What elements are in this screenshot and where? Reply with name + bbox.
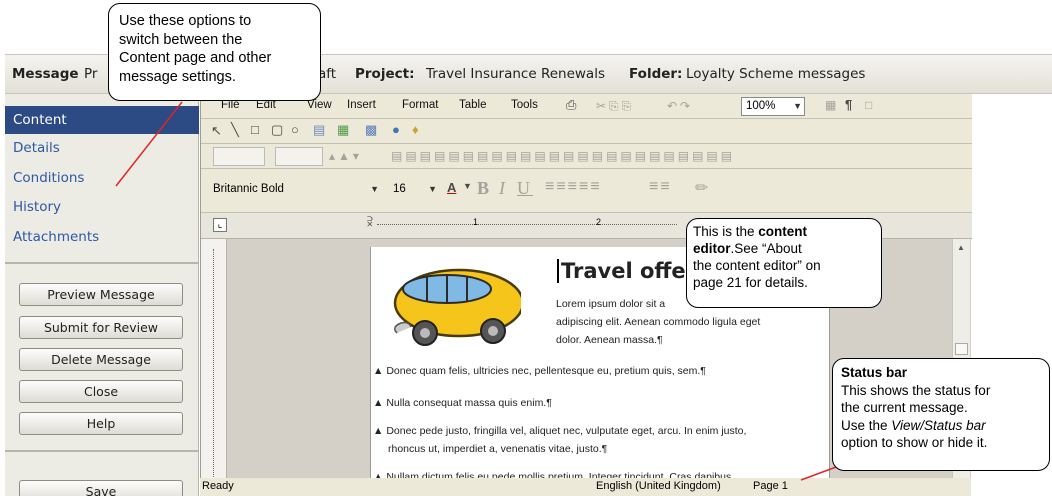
options-callout-line: Content page and other: [119, 50, 272, 66]
width-select[interactable]: [275, 147, 323, 166]
intro-line: dolor. Aenean massa.¶: [556, 334, 663, 346]
vertical-ruler: [201, 239, 227, 482]
font-size-select[interactable]: 16 ▼: [389, 181, 439, 200]
font-toolbar: Britannic Bold ▼ 16 ▼ A ▼ B I U ≡≡≡≡≡ ≡≡ ✏: [201, 169, 972, 213]
people-icon[interactable]: ♦: [412, 122, 419, 137]
sidebar-divider: [5, 262, 199, 264]
undo-redo-icons[interactable]: ↶↷: [667, 99, 693, 113]
pointer-icon[interactable]: ↖: [211, 123, 222, 139]
project-label: Project:: [355, 66, 415, 82]
statusbar-callout-line: option to show or hide it.: [841, 435, 988, 450]
list-icons[interactable]: ≡≡: [649, 178, 672, 196]
message-label: Message: [12, 66, 79, 82]
statusbar-callout-line: the current message.: [841, 400, 968, 415]
line-icon[interactable]: ╲: [231, 122, 239, 138]
message-settings-sidebar: Content Details Conditions History Attac…: [5, 94, 199, 496]
pilcrow-icon[interactable]: ¶: [845, 97, 852, 112]
statusbar-callout-title: Status bar: [841, 365, 908, 380]
tab-stop-icon[interactable]: ⌞: [213, 218, 227, 232]
options-callout-line: message settings.: [119, 68, 236, 85]
intro-line: adipiscing elit. Aenean commodo ligula e…: [556, 316, 761, 328]
menu-tools[interactable]: Tools: [511, 99, 538, 111]
globe-icon[interactable]: ●: [392, 122, 400, 137]
print-icon[interactable]: ⎙: [566, 97, 576, 113]
rectangle-icon[interactable]: □: [251, 122, 259, 137]
preview-message-button[interactable]: Preview Message: [19, 283, 183, 306]
clipboard-icons[interactable]: ✂⎘⎘: [596, 99, 634, 114]
menu-table[interactable]: Table: [459, 99, 487, 111]
style-select[interactable]: [213, 147, 265, 166]
bold-icon[interactable]: B: [477, 178, 492, 199]
textbox-icon[interactable]: ▤: [313, 122, 325, 138]
status-bar-callout: Status bar This shows the status for the…: [832, 358, 1050, 471]
message-status-prefix: Pr: [84, 66, 98, 82]
zoom-select[interactable]: 100% ▼: [741, 97, 805, 116]
status-page: Page 1: [753, 480, 788, 492]
table-icon[interactable]: ▩: [365, 122, 377, 138]
submit-for-review-button[interactable]: Submit for Review: [19, 316, 183, 339]
intro-line: Lorem ipsum dolor sit a: [556, 298, 666, 310]
ruler-ticks: [377, 224, 677, 225]
options-callout-line: Use these options to: [119, 13, 252, 29]
content-editor-callout: This is the content editor.See “About th…: [686, 218, 882, 308]
layout-toolbar: ▴▲▾ ▤▤▤▤▤▤▤▤▤▤▤▤▤▤▤▤▤▤▤▤▤▤▤▤: [201, 144, 972, 169]
scroll-thumb[interactable]: [955, 343, 968, 355]
indent-marker-icon[interactable]: ⫂: [367, 214, 373, 230]
frame-icon[interactable]: □: [865, 98, 875, 112]
nav-details[interactable]: Details: [5, 134, 199, 162]
nav-content[interactable]: Content: [5, 106, 199, 134]
editor-callout-line: the content editor” on: [693, 258, 821, 273]
close-button[interactable]: Close: [19, 380, 183, 403]
options-callout-line: switch between the: [119, 31, 243, 48]
font-name-select[interactable]: Britannic Bold ▼: [209, 181, 379, 200]
status-bar: Ready English (United Kingdom) Page 1: [200, 478, 971, 496]
bullet-item: ▲ Donec quam felis, ultricies nec, pelle…: [373, 365, 706, 377]
editor-callout-line: editor.See “About: [693, 241, 802, 256]
editor-callout-line: page 21 for details.: [693, 275, 808, 290]
help-button[interactable]: Help: [19, 412, 183, 435]
sidebar-divider: [5, 450, 199, 452]
rounded-rectangle-icon[interactable]: ▢: [271, 122, 283, 138]
bullet-item: ▲ Nulla consequat massa quis enim.¶: [373, 397, 552, 409]
highlight-icon[interactable]: ✏: [695, 178, 711, 198]
editor-callout-line: This is the content: [693, 224, 808, 239]
alignment-icons[interactable]: ≡≡≡≡≡: [545, 178, 602, 196]
folder-value: Loyalty Scheme messages: [686, 66, 866, 82]
scroll-up-arrow-icon[interactable]: ▲: [957, 243, 965, 252]
ruler-mark-2: 2: [596, 217, 602, 227]
italic-icon[interactable]: I: [499, 178, 508, 199]
underline-icon[interactable]: U: [517, 178, 533, 199]
nav-history[interactable]: History: [5, 193, 199, 221]
menu-insert[interactable]: Insert: [347, 99, 376, 111]
options-callout: Use these options to switch between the …: [108, 3, 321, 101]
nav-attachments[interactable]: Attachments: [5, 223, 199, 251]
statusbar-callout-line: This shows the status for: [841, 382, 991, 398]
delete-message-button[interactable]: Delete Message: [19, 348, 183, 371]
save-button[interactable]: Save: [19, 480, 183, 496]
bullet-item: ▲ Donec pede justo, fringilla vel, aliqu…: [373, 425, 747, 437]
vertical-ruler-ticks: [213, 249, 214, 479]
ruler-mark-1: 1: [473, 217, 479, 227]
cell-format-icons[interactable]: ▤▤▤▤▤▤▤▤▤▤▤▤▤▤▤▤▤▤▤▤▤▤▤▤: [391, 149, 735, 163]
document-title: Travel offer: [557, 259, 696, 283]
folder-label: Folder:: [629, 66, 683, 82]
menu-format[interactable]: Format: [402, 99, 438, 111]
nav-conditions[interactable]: Conditions: [5, 164, 199, 192]
status-language: English (United Kingdom): [596, 480, 721, 492]
image-icon[interactable]: ▦: [337, 122, 349, 138]
bus-clipart: [393, 268, 521, 346]
bullet-item-continuation: rhoncus ut, imperdiet a, venenatis vitae…: [388, 443, 608, 455]
project-value: Travel Insurance Renewals: [426, 66, 605, 82]
drawing-toolbar: ↖ ╲ □ ▢ ○ ▤ ▦ ▩ ● ♦: [201, 119, 972, 144]
statusbar-callout-line: Use the View/Status bar: [841, 417, 986, 433]
ellipse-icon[interactable]: ○: [291, 122, 299, 137]
border-color-icons[interactable]: ▴▲▾: [329, 149, 362, 163]
font-color-arrow-icon[interactable]: ▼: [463, 181, 472, 191]
gridlines-icon[interactable]: ▦: [825, 98, 839, 112]
status-text: Ready: [202, 480, 234, 492]
font-color-icon[interactable]: A: [447, 180, 456, 195]
